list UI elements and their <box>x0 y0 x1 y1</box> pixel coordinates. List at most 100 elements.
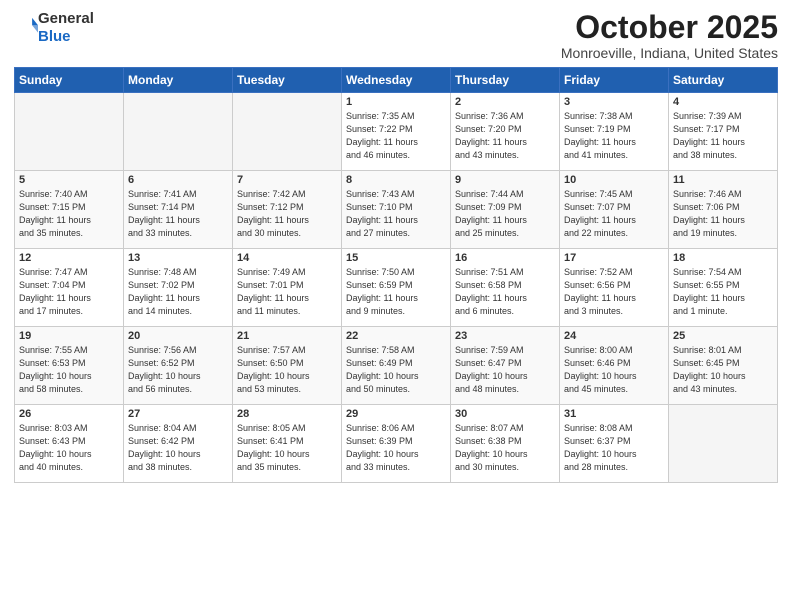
day-cell: 27Sunrise: 8:04 AM Sunset: 6:42 PM Dayli… <box>124 405 233 483</box>
day-info: Sunrise: 7:58 AM Sunset: 6:49 PM Dayligh… <box>346 344 446 396</box>
day-info: Sunrise: 7:52 AM Sunset: 6:56 PM Dayligh… <box>564 266 664 318</box>
day-info: Sunrise: 7:35 AM Sunset: 7:22 PM Dayligh… <box>346 110 446 162</box>
day-info: Sunrise: 8:08 AM Sunset: 6:37 PM Dayligh… <box>564 422 664 474</box>
day-number: 26 <box>19 408 119 420</box>
day-cell <box>15 93 124 171</box>
day-number: 27 <box>128 408 228 420</box>
day-number: 20 <box>128 330 228 342</box>
day-number: 2 <box>455 96 555 108</box>
day-cell: 9 Sunrise: 7:44 AM Sunset: 7:09 PM Daylig… <box>451 171 560 249</box>
day-cell <box>669 405 778 483</box>
day-info: Sunrise: 7:42 AM Sunset: 7:12 PM Dayligh… <box>237 188 337 240</box>
day-cell: 5 Sunrise: 7:40 AM Sunset: 7:15 PM Daylig… <box>15 171 124 249</box>
day-info: Sunrise: 7:39 AM Sunset: 7:17 PM Dayligh… <box>673 110 773 162</box>
day-number: 31 <box>564 408 664 420</box>
day-cell: 4 Sunrise: 7:39 AM Sunset: 7:17 PM Daylig… <box>669 93 778 171</box>
day-number: 19 <box>19 330 119 342</box>
day-number: 13 <box>128 252 228 264</box>
day-cell: 17 Sunrise: 7:52 AM Sunset: 6:56 PM Dayli… <box>560 249 669 327</box>
day-cell: 20 Sunrise: 7:56 AM Sunset: 6:52 PM Dayli… <box>124 327 233 405</box>
day-number: 10 <box>564 174 664 186</box>
week-row-4: 19Sunrise: 7:55 AM Sunset: 6:53 PM Dayli… <box>15 327 778 405</box>
week-row-3: 12 Sunrise: 7:47 AM Sunset: 7:04 PM Dayli… <box>15 249 778 327</box>
day-number: 3 <box>564 96 664 108</box>
day-info: Sunrise: 7:36 AM Sunset: 7:20 PM Dayligh… <box>455 110 555 162</box>
day-info: Sunrise: 7:57 AM Sunset: 6:50 PM Dayligh… <box>237 344 337 396</box>
day-cell: 28 Sunrise: 8:05 AM Sunset: 6:41 PM Dayli… <box>233 405 342 483</box>
day-info: Sunrise: 7:50 AM Sunset: 6:59 PM Dayligh… <box>346 266 446 318</box>
day-number: 15 <box>346 252 446 264</box>
day-info: Sunrise: 7:40 AM Sunset: 7:15 PM Dayligh… <box>19 188 119 240</box>
day-cell: 18Sunrise: 7:54 AM Sunset: 6:55 PM Dayli… <box>669 249 778 327</box>
logo-general-text: General <box>38 10 94 27</box>
day-info: Sunrise: 7:46 AM Sunset: 7:06 PM Dayligh… <box>673 188 773 240</box>
weekday-header-wednesday: Wednesday <box>342 68 451 93</box>
day-info: Sunrise: 7:49 AM Sunset: 7:01 PM Dayligh… <box>237 266 337 318</box>
day-number: 7 <box>237 174 337 186</box>
day-info: Sunrise: 7:59 AM Sunset: 6:47 PM Dayligh… <box>455 344 555 396</box>
week-row-5: 26 Sunrise: 8:03 AM Sunset: 6:43 PM Dayli… <box>15 405 778 483</box>
day-cell: 15 Sunrise: 7:50 AM Sunset: 6:59 PM Dayli… <box>342 249 451 327</box>
day-cell: 6 Sunrise: 7:41 AM Sunset: 7:14 PM Daylig… <box>124 171 233 249</box>
day-number: 5 <box>19 174 119 186</box>
day-info: Sunrise: 8:03 AM Sunset: 6:43 PM Dayligh… <box>19 422 119 474</box>
day-number: 23 <box>455 330 555 342</box>
day-cell: 26 Sunrise: 8:03 AM Sunset: 6:43 PM Dayli… <box>15 405 124 483</box>
day-info: Sunrise: 7:44 AM Sunset: 7:09 PM Dayligh… <box>455 188 555 240</box>
main-container: General Blue October 2025 Monroeville, I… <box>0 0 792 491</box>
day-cell <box>233 93 342 171</box>
day-info: Sunrise: 8:06 AM Sunset: 6:39 PM Dayligh… <box>346 422 446 474</box>
day-cell: 14Sunrise: 7:49 AM Sunset: 7:01 PM Dayli… <box>233 249 342 327</box>
day-info: Sunrise: 7:47 AM Sunset: 7:04 PM Dayligh… <box>19 266 119 318</box>
day-info: Sunrise: 7:43 AM Sunset: 7:10 PM Dayligh… <box>346 188 446 240</box>
day-info: Sunrise: 8:07 AM Sunset: 6:38 PM Dayligh… <box>455 422 555 474</box>
weekday-header-friday: Friday <box>560 68 669 93</box>
day-info: Sunrise: 8:00 AM Sunset: 6:46 PM Dayligh… <box>564 344 664 396</box>
day-number: 25 <box>673 330 773 342</box>
day-cell: 16Sunrise: 7:51 AM Sunset: 6:58 PM Dayli… <box>451 249 560 327</box>
day-info: Sunrise: 7:45 AM Sunset: 7:07 PM Dayligh… <box>564 188 664 240</box>
logo-icon <box>16 15 38 37</box>
logo-blue-text: Blue <box>38 28 71 45</box>
header: General Blue October 2025 Monroeville, I… <box>14 10 778 61</box>
day-cell: 7 Sunrise: 7:42 AM Sunset: 7:12 PM Daylig… <box>233 171 342 249</box>
week-row-2: 5 Sunrise: 7:40 AM Sunset: 7:15 PM Daylig… <box>15 171 778 249</box>
day-number: 30 <box>455 408 555 420</box>
day-cell: 8Sunrise: 7:43 AM Sunset: 7:10 PM Daylig… <box>342 171 451 249</box>
day-info: Sunrise: 7:48 AM Sunset: 7:02 PM Dayligh… <box>128 266 228 318</box>
day-cell: 31 Sunrise: 8:08 AM Sunset: 6:37 PM Dayli… <box>560 405 669 483</box>
day-number: 24 <box>564 330 664 342</box>
day-cell: 24 Sunrise: 8:00 AM Sunset: 6:46 PM Dayli… <box>560 327 669 405</box>
day-cell: 23 Sunrise: 7:59 AM Sunset: 6:47 PM Dayli… <box>451 327 560 405</box>
day-number: 29 <box>346 408 446 420</box>
day-info: Sunrise: 7:56 AM Sunset: 6:52 PM Dayligh… <box>128 344 228 396</box>
day-cell: 13 Sunrise: 7:48 AM Sunset: 7:02 PM Dayli… <box>124 249 233 327</box>
month-title: October 2025 <box>561 10 778 45</box>
day-number: 4 <box>673 96 773 108</box>
day-number: 12 <box>19 252 119 264</box>
day-info: Sunrise: 7:51 AM Sunset: 6:58 PM Dayligh… <box>455 266 555 318</box>
day-number: 11 <box>673 174 773 186</box>
day-number: 9 <box>455 174 555 186</box>
day-number: 22 <box>346 330 446 342</box>
logo: General Blue <box>14 10 94 46</box>
weekday-header-sunday: Sunday <box>15 68 124 93</box>
day-number: 28 <box>237 408 337 420</box>
day-cell: 29 Sunrise: 8:06 AM Sunset: 6:39 PM Dayli… <box>342 405 451 483</box>
day-info: Sunrise: 7:54 AM Sunset: 6:55 PM Dayligh… <box>673 266 773 318</box>
weekday-header-tuesday: Tuesday <box>233 68 342 93</box>
day-number: 21 <box>237 330 337 342</box>
day-number: 6 <box>128 174 228 186</box>
weekday-header-row: SundayMondayTuesdayWednesdayThursdayFrid… <box>15 68 778 93</box>
day-cell: 22 Sunrise: 7:58 AM Sunset: 6:49 PM Dayli… <box>342 327 451 405</box>
day-info: Sunrise: 8:05 AM Sunset: 6:41 PM Dayligh… <box>237 422 337 474</box>
day-number: 17 <box>564 252 664 264</box>
weekday-header-monday: Monday <box>124 68 233 93</box>
day-cell: 1Sunrise: 7:35 AM Sunset: 7:22 PM Daylig… <box>342 93 451 171</box>
day-cell <box>124 93 233 171</box>
day-cell: 2 Sunrise: 7:36 AM Sunset: 7:20 PM Daylig… <box>451 93 560 171</box>
day-cell: 19Sunrise: 7:55 AM Sunset: 6:53 PM Dayli… <box>15 327 124 405</box>
day-info: Sunrise: 7:41 AM Sunset: 7:14 PM Dayligh… <box>128 188 228 240</box>
day-cell: 25Sunrise: 8:01 AM Sunset: 6:45 PM Dayli… <box>669 327 778 405</box>
calendar-table: SundayMondayTuesdayWednesdayThursdayFrid… <box>14 67 778 483</box>
